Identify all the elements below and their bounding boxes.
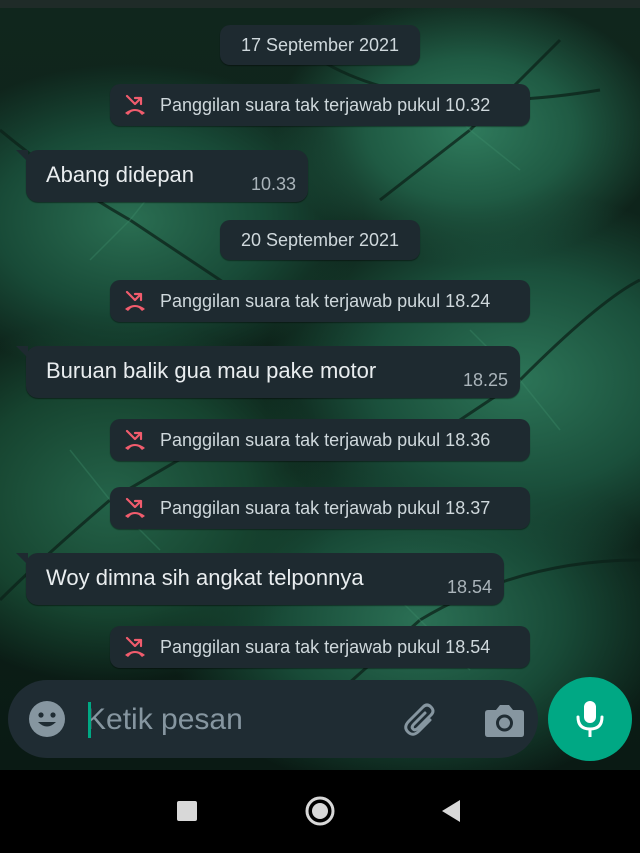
missed-call-text: Panggilan suara tak terjawab pukul 18.24 bbox=[160, 290, 491, 311]
status-bar bbox=[0, 0, 640, 8]
message-time: 18.54 bbox=[446, 577, 492, 597]
circle-home-icon[interactable] bbox=[304, 795, 336, 827]
missed-call-icon bbox=[122, 495, 148, 521]
date-label: 20 September 2021 bbox=[240, 229, 400, 250]
emoji-icon[interactable] bbox=[26, 698, 68, 740]
message-text: Buruan balik gua mau pake motor bbox=[46, 358, 377, 383]
bubble-tail bbox=[16, 346, 28, 358]
incoming-message[interactable]: Buruan balik gua mau pake motor 18.25 bbox=[16, 346, 520, 398]
missed-call-text: Panggilan suara tak terjawab pukul 18.37 bbox=[160, 497, 491, 518]
date-label: 17 September 2021 bbox=[240, 34, 400, 55]
square-recents-icon[interactable] bbox=[177, 801, 197, 821]
message-text: Woy dimna sih angkat telponnya bbox=[46, 565, 364, 590]
missed-call-notice[interactable]: Panggilan suara tak terjawab pukul 10.32 bbox=[110, 84, 530, 126]
paperclip-icon[interactable] bbox=[400, 698, 444, 742]
chat-screen: 17 September 2021 Panggilan suara tak te… bbox=[0, 0, 640, 853]
missed-call-text: Panggilan suara tak terjawab pukul 10.32 bbox=[160, 94, 491, 115]
missed-call-icon bbox=[122, 288, 148, 314]
microphone-icon[interactable] bbox=[548, 677, 632, 761]
missed-call-text: Panggilan suara tak terjawab pukul 18.54 bbox=[160, 636, 491, 657]
message-time: 10.33 bbox=[250, 174, 296, 194]
incoming-message[interactable]: Abang didepan 10.33 bbox=[16, 150, 308, 202]
message-time: 18.25 bbox=[462, 370, 508, 390]
date-separator: 20 September 2021 bbox=[220, 220, 420, 260]
missed-call-notice[interactable]: Panggilan suara tak terjawab pukul 18.36 bbox=[110, 419, 530, 461]
message-input[interactable] bbox=[84, 694, 388, 746]
date-separator: 17 September 2021 bbox=[220, 25, 420, 65]
missed-call-icon bbox=[122, 634, 148, 660]
missed-call-notice[interactable]: Panggilan suara tak terjawab pukul 18.24 bbox=[110, 280, 530, 322]
bubble-tail bbox=[16, 553, 28, 565]
missed-call-text: Panggilan suara tak terjawab pukul 18.36 bbox=[160, 429, 491, 450]
message-text: Abang didepan bbox=[46, 162, 195, 187]
message-composer bbox=[8, 680, 538, 758]
incoming-message[interactable]: Woy dimna sih angkat telponnya 18.54 bbox=[16, 553, 504, 605]
missed-call-notice[interactable]: Panggilan suara tak terjawab pukul 18.54 bbox=[110, 626, 530, 668]
camera-icon[interactable] bbox=[480, 698, 528, 742]
missed-call-notice[interactable]: Panggilan suara tak terjawab pukul 18.37 bbox=[110, 487, 530, 529]
triangle-back-icon[interactable] bbox=[440, 798, 464, 824]
text-caret bbox=[88, 702, 91, 738]
bubble-tail bbox=[16, 150, 28, 162]
missed-call-icon bbox=[122, 92, 148, 118]
system-navigation-bar bbox=[0, 770, 640, 853]
missed-call-icon bbox=[122, 427, 148, 453]
